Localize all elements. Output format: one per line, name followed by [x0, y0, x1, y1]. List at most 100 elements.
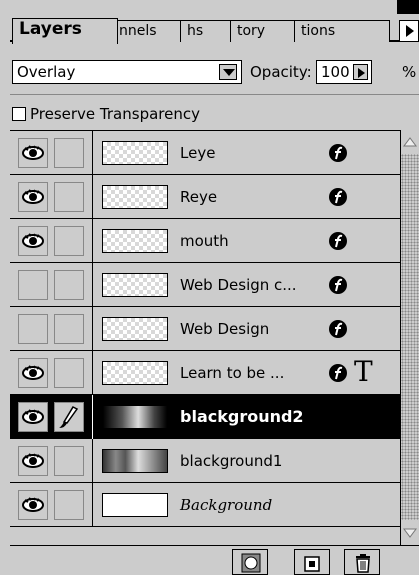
- link-toggle[interactable]: [54, 182, 84, 212]
- triangle-down-icon: [403, 528, 417, 538]
- opacity-value: 100: [321, 63, 350, 81]
- divider: [92, 175, 93, 219]
- preserve-transparency-checkbox[interactable]: [12, 107, 26, 121]
- layer-effects-icon[interactable]: [328, 143, 348, 163]
- layer-name: Leye: [180, 144, 216, 162]
- divider: [92, 307, 93, 351]
- layers-palette: Layers nnels hs tory tions Overlay Opaci…: [10, 0, 419, 575]
- triangle-right-icon: [358, 68, 365, 78]
- paintbrush-icon: [59, 406, 79, 428]
- opacity-percent-sign: %: [402, 63, 417, 81]
- layer-row-web-design-copy[interactable]: Web Design c...: [10, 263, 400, 307]
- link-toggle[interactable]: [54, 270, 84, 300]
- new-layer-icon: [304, 556, 320, 572]
- layer-row-blackground2[interactable]: blackground2: [10, 395, 400, 439]
- eye-icon: [22, 189, 44, 204]
- palette-title-bar[interactable]: [10, 0, 419, 14]
- layer-effects-icon[interactable]: [328, 275, 348, 295]
- layer-name: mouth: [180, 232, 229, 250]
- layer-thumbnail: [102, 449, 168, 473]
- eye-icon: [22, 497, 44, 512]
- visibility-toggle[interactable]: [18, 402, 48, 432]
- divider: [92, 439, 93, 483]
- add-mask-button[interactable]: [232, 549, 268, 575]
- layer-thumbnail: [102, 493, 168, 517]
- triangle-up-icon: [403, 137, 417, 147]
- layer-name: blackground2: [180, 407, 304, 426]
- opacity-slider-button[interactable]: [353, 64, 368, 80]
- layer-name: Background: [180, 496, 273, 514]
- triangle-right-icon: [406, 25, 414, 37]
- layer-list-scrollbar[interactable]: [400, 130, 419, 545]
- layer-thumbnail: [102, 317, 168, 341]
- scroll-down-button[interactable]: [401, 521, 419, 545]
- palette-tabs: Layers nnels hs tory tions: [10, 14, 419, 44]
- divider: [92, 131, 93, 175]
- opacity-input[interactable]: 100: [316, 60, 372, 84]
- preserve-transparency-label: Preserve Transparency: [30, 105, 200, 123]
- layer-effects-icon[interactable]: [328, 363, 348, 383]
- tab-layers[interactable]: Layers: [12, 18, 118, 44]
- visibility-toggle[interactable]: [18, 138, 48, 168]
- visibility-toggle[interactable]: [18, 314, 48, 344]
- layer-effects-icon[interactable]: [328, 187, 348, 207]
- link-toggle[interactable]: [54, 226, 84, 256]
- visibility-toggle[interactable]: [18, 446, 48, 476]
- layer-row-blackground1[interactable]: blackground1: [10, 439, 400, 483]
- divider: [92, 351, 93, 395]
- visibility-toggle[interactable]: [18, 270, 48, 300]
- tab-actions-label: tions: [301, 23, 336, 39]
- palette-menu-button[interactable]: [399, 20, 419, 42]
- link-toggle[interactable]: [54, 490, 84, 520]
- divider: [92, 219, 93, 263]
- tab-paths[interactable]: hs: [180, 20, 236, 42]
- layer-list: Leye Reye mouth Web Design c... Web Desi…: [10, 130, 400, 530]
- paintbrush-toggle[interactable]: [54, 402, 84, 432]
- layer-thumbnail: [102, 141, 168, 165]
- chevron-down-icon: [223, 69, 235, 76]
- add-mask-icon: [241, 553, 261, 573]
- tab-history[interactable]: tory: [230, 20, 300, 42]
- layer-row-reye[interactable]: Reye: [10, 175, 400, 219]
- layer-row-learn-to-be[interactable]: Learn to be ... T: [10, 351, 400, 395]
- layer-row-mouth[interactable]: mouth: [10, 219, 400, 263]
- opacity-label: Opacity:: [250, 63, 312, 81]
- layer-thumbnail: [102, 185, 168, 209]
- text-layer-icon: T: [354, 355, 373, 388]
- scroll-track[interactable]: [401, 154, 419, 520]
- eye-icon: [22, 453, 44, 468]
- divider: [92, 263, 93, 307]
- layer-name: Reye: [180, 188, 218, 206]
- visibility-toggle[interactable]: [18, 490, 48, 520]
- link-toggle[interactable]: [54, 446, 84, 476]
- layer-thumbnail: [102, 273, 168, 297]
- blend-mode-select[interactable]: Overlay: [12, 60, 242, 84]
- visibility-toggle[interactable]: [18, 226, 48, 256]
- layer-name: Learn to be ...: [180, 364, 285, 382]
- visibility-toggle[interactable]: [18, 182, 48, 212]
- link-toggle[interactable]: [54, 138, 84, 168]
- link-toggle[interactable]: [54, 358, 84, 388]
- visibility-toggle[interactable]: [18, 358, 48, 388]
- new-layer-button[interactable]: [294, 549, 330, 575]
- divider: [10, 94, 419, 95]
- layer-effects-icon[interactable]: [328, 231, 348, 251]
- eye-icon: [22, 233, 44, 248]
- divider: [92, 395, 93, 439]
- tab-history-label: tory: [237, 23, 266, 39]
- layer-name: Web Design: [180, 320, 270, 338]
- delete-layer-button[interactable]: [344, 549, 380, 575]
- layer-row-background[interactable]: Background: [10, 483, 400, 527]
- layer-row-web-design[interactable]: Web Design: [10, 307, 400, 351]
- layer-thumbnail: [102, 405, 168, 429]
- palette-title-bar-dark: [397, 0, 419, 14]
- layer-name: blackground1: [180, 452, 283, 470]
- tab-actions[interactable]: tions: [294, 20, 390, 42]
- tab-channels[interactable]: nnels: [112, 20, 186, 42]
- layer-row-leye[interactable]: Leye: [10, 131, 400, 175]
- blend-mode-value: Overlay: [17, 63, 76, 81]
- layer-effects-icon[interactable]: [328, 319, 348, 339]
- link-toggle[interactable]: [54, 314, 84, 344]
- blend-mode-dropdown-button[interactable]: [219, 64, 237, 80]
- scroll-up-button[interactable]: [401, 130, 419, 154]
